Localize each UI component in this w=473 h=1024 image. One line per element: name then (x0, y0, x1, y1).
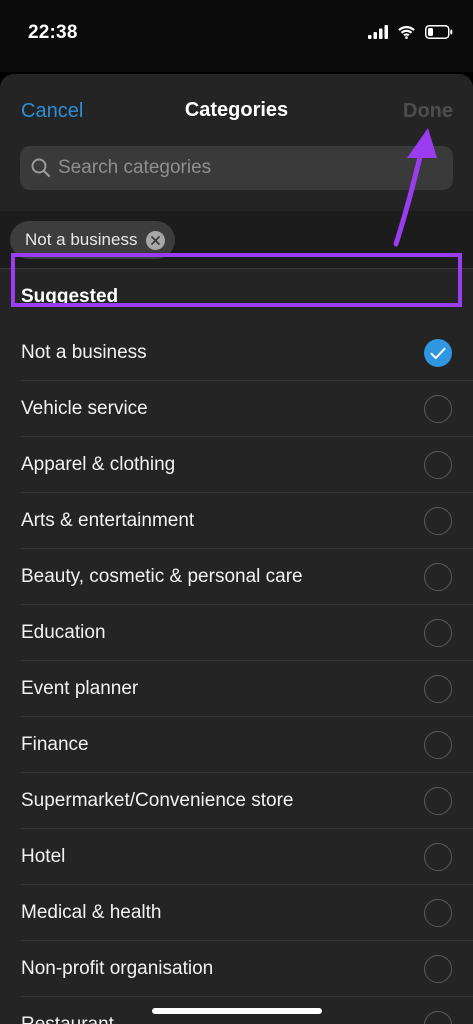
search-input[interactable] (58, 157, 453, 179)
selected-chips-bar: Not a business (0, 211, 473, 269)
category-row[interactable]: Hotel (0, 829, 473, 885)
category-label: Finance (21, 734, 89, 755)
status-icons (368, 24, 453, 44)
radio-circle-icon[interactable] (424, 843, 452, 871)
category-row[interactable]: Beauty, cosmetic & personal care (0, 549, 473, 605)
wifi-icon (397, 25, 416, 44)
category-row[interactable]: Apparel & clothing (0, 437, 473, 493)
radio-circle-icon[interactable] (424, 955, 452, 983)
status-time: 22:38 (28, 22, 78, 43)
chip-label: Not a business (25, 230, 138, 249)
category-label: Arts & entertainment (21, 510, 195, 531)
search-icon (30, 157, 52, 179)
category-row[interactable]: Education (0, 605, 473, 661)
category-label: Beauty, cosmetic & personal care (21, 566, 303, 587)
category-row[interactable]: Finance (0, 717, 473, 773)
selected-chip[interactable]: Not a business (10, 221, 176, 259)
category-label: Hotel (21, 846, 66, 867)
radio-circle-icon[interactable] (424, 563, 452, 591)
checkmark-icon[interactable] (424, 339, 452, 367)
battery-icon (425, 24, 453, 44)
categories-sheet: Cancel Categories Done Not a business Su… (0, 74, 473, 1024)
category-label: Non-profit organisation (21, 958, 214, 979)
category-list: Not a business Vehicle service Apparel & c… (0, 325, 473, 1024)
search-bar[interactable] (20, 146, 453, 190)
radio-circle-icon[interactable] (424, 507, 452, 535)
home-indicator[interactable] (152, 1008, 322, 1014)
category-row[interactable]: Vehicle service (0, 381, 473, 437)
category-row[interactable]: Medical & health (0, 885, 473, 941)
done-button[interactable]: Done (403, 100, 453, 123)
category-row[interactable]: Supermarket/Convenience store (0, 773, 473, 829)
radio-circle-icon[interactable] (424, 787, 452, 815)
section-header-suggested: Suggested (21, 286, 119, 307)
remove-chip-icon[interactable] (146, 230, 166, 250)
nav-bar: Cancel Categories Done (0, 74, 473, 144)
category-row[interactable]: Event planner (0, 661, 473, 717)
category-label: Vehicle service (21, 398, 148, 419)
status-bar: 22:38 (0, 0, 473, 72)
radio-circle-icon[interactable] (424, 675, 452, 703)
category-label: Not a business (21, 342, 147, 363)
radio-circle-icon[interactable] (424, 731, 452, 759)
signal-icon (368, 24, 388, 44)
category-label: Medical & health (21, 902, 162, 923)
radio-circle-icon[interactable] (424, 619, 452, 647)
category-label: Supermarket/Convenience store (21, 790, 294, 811)
radio-circle-icon[interactable] (424, 899, 452, 927)
radio-circle-icon[interactable] (424, 395, 452, 423)
category-row[interactable]: Non-profit organisation (0, 941, 473, 997)
radio-circle-icon[interactable] (424, 451, 452, 479)
category-label: Event planner (21, 678, 139, 699)
radio-circle-icon[interactable] (424, 1011, 452, 1024)
category-row[interactable]: Not a business (0, 325, 473, 381)
category-label: Apparel & clothing (21, 454, 176, 475)
category-label: Education (21, 622, 106, 643)
category-row[interactable]: Arts & entertainment (0, 493, 473, 549)
category-label: Restaurant (21, 1014, 114, 1024)
